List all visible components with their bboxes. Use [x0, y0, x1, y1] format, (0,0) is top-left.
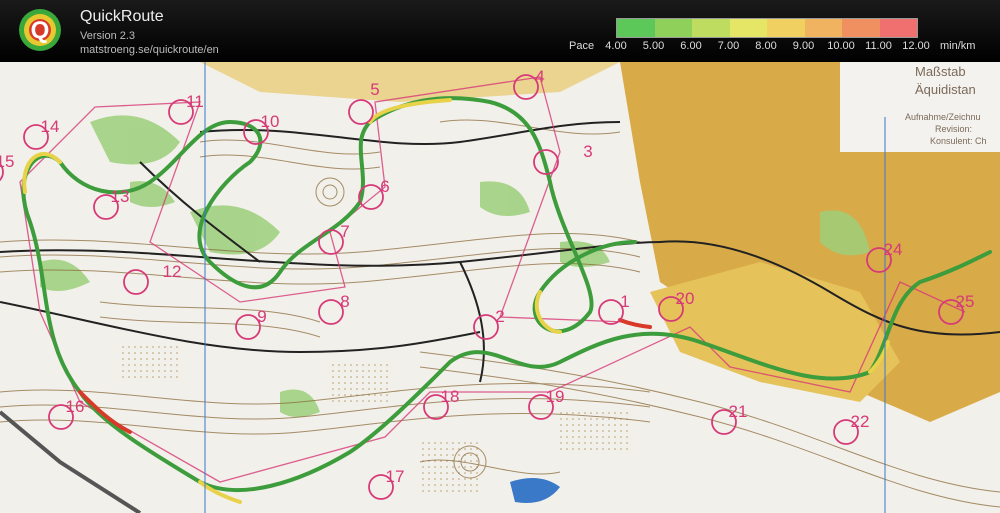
- app-url: matstroeng.se/quickroute/en: [80, 44, 219, 56]
- control-number: 2: [495, 307, 504, 326]
- control-number: 15: [0, 152, 14, 171]
- control-number: 17: [386, 467, 405, 486]
- control-number: 12: [163, 262, 182, 281]
- control-number: 19: [546, 387, 565, 406]
- control-number: 5: [370, 80, 379, 99]
- control-number: 3: [583, 142, 592, 161]
- pace-color-segment: [767, 19, 805, 37]
- pace-tick-label: 6.00: [680, 40, 702, 52]
- pace-color-segment: [804, 19, 842, 37]
- control-number: 24: [884, 240, 903, 259]
- control-number: 18: [441, 387, 460, 406]
- control-number: 25: [956, 292, 975, 311]
- pace-tick-label: 9.00: [792, 40, 815, 52]
- map-text-1: Maßstab: [915, 64, 966, 79]
- svg-text:Q: Q: [31, 17, 50, 44]
- app-version: Version 2.3: [80, 30, 136, 42]
- quickroute-logo-icon: Q: [19, 9, 61, 51]
- control-number: 6: [380, 177, 389, 196]
- pace-color-segment: [692, 19, 730, 37]
- pace-color-bar: [616, 18, 918, 38]
- control-number: 22: [851, 412, 870, 431]
- control-number: 4: [535, 67, 544, 86]
- pace-tick-label: 5.00: [642, 40, 665, 52]
- control-number: 9: [257, 307, 266, 326]
- pace-tick-label: 11.00: [865, 40, 892, 52]
- control-number: 1: [620, 292, 629, 311]
- control-number: 13: [111, 187, 130, 206]
- app-header: Q QuickRoute Version 2.3 matstroeng.se/q…: [0, 0, 1000, 62]
- control-number: 20: [676, 289, 695, 308]
- pace-tick-label: 4.00: [605, 40, 627, 52]
- pace-legend: Pace 4.00 5.00 6.00 7.00 8.00 9.00 10.00 11.00 1…: [560, 18, 990, 58]
- pace-color-segment: [842, 19, 880, 37]
- control-number: 8: [340, 292, 349, 311]
- map-text-5: Konsulent: Ch: [930, 136, 987, 146]
- control-number: 16: [66, 397, 85, 416]
- map-text-4: Revision:: [935, 124, 972, 134]
- control-number: 21: [729, 402, 748, 421]
- map-text-2: Äquidistan: [915, 82, 976, 97]
- pace-label: Pace: [569, 40, 595, 52]
- pace-color-segment: [879, 19, 917, 37]
- map-text-3: Aufnahme/Zeichnu: [905, 112, 981, 122]
- pace-tick-label: 10.00: [827, 40, 855, 52]
- pace-color-segment: [617, 19, 655, 37]
- orienteering-map[interactable]: Maßstab Äquidistan Aufnahme/Zeichnu Revi…: [0, 62, 1000, 513]
- app-title: QuickRoute: [80, 8, 164, 25]
- control-number: 10: [261, 112, 280, 131]
- pace-color-segment: [729, 19, 767, 37]
- pace-tick-label: 7.00: [717, 40, 740, 52]
- pace-unit: min/km: [940, 40, 976, 52]
- control-number: 14: [41, 117, 60, 136]
- pace-color-segment: [654, 19, 692, 37]
- control-number: 11: [186, 92, 204, 111]
- pace-tick-label: 8.00: [755, 40, 777, 52]
- control-number: 7: [340, 222, 349, 241]
- pace-tick-label: 12.00: [902, 40, 930, 52]
